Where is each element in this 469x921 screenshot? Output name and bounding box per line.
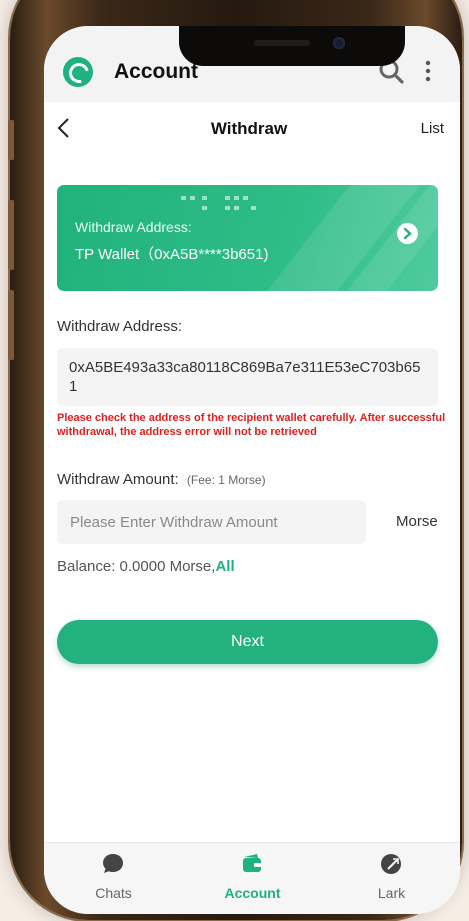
- amount-input[interactable]: [57, 500, 366, 544]
- balance-text: Balance: 0.0000 Morse,: [57, 558, 216, 575]
- more-vertical-icon[interactable]: [420, 60, 436, 82]
- page-nav: Withdraw List: [44, 102, 460, 156]
- app-title: Account: [114, 60, 198, 83]
- amount-label-text: Withdraw Amount:: [57, 471, 179, 488]
- card-label: Withdraw Address:: [75, 219, 192, 235]
- screen: Account Withdraw List Withdraw Address: …: [44, 26, 460, 914]
- chat-bubble-icon: [103, 854, 123, 873]
- tab-label: Account: [224, 885, 281, 901]
- volume-down-button: [8, 290, 14, 360]
- tab-label: Chats: [95, 885, 132, 901]
- tab-account[interactable]: Account: [183, 843, 322, 914]
- page-title: Withdraw: [210, 119, 288, 138]
- address-warning: Please check the address of the recipien…: [57, 412, 446, 438]
- withdraw-address-card[interactable]: Withdraw Address: TP Wallet（0xA5B****3b6…: [57, 185, 438, 291]
- all-link[interactable]: All: [215, 558, 234, 575]
- amount-label: Withdraw Amount: (Fee: 1 Morse): [57, 471, 266, 488]
- tab-bar: Chats Account Lark: [44, 842, 460, 914]
- wallet-icon: [243, 854, 261, 872]
- card-wallet-address: TP Wallet（0xA5B****3b651): [75, 246, 269, 263]
- next-button[interactable]: Next: [57, 620, 438, 664]
- volume-up-button: [8, 200, 14, 270]
- tab-chats[interactable]: Chats: [44, 843, 183, 914]
- tab-lark[interactable]: Lark: [322, 843, 460, 914]
- lark-icon: [381, 854, 401, 874]
- card-pattern-icon: [181, 196, 256, 210]
- tab-label: Lark: [377, 885, 406, 901]
- amount-unit: Morse: [396, 513, 438, 530]
- balance: Balance: 0.0000 Morse,All: [57, 558, 235, 575]
- mute-switch: [8, 120, 14, 160]
- address-label: Withdraw Address:: [57, 318, 183, 335]
- address-field[interactable]: 0xA5BE493a33ca80118C869Ba7e311E53eC703b6…: [57, 348, 438, 406]
- notch: [179, 26, 405, 66]
- app-logo-icon: [63, 57, 93, 87]
- fee-text: (Fee: 1 Morse): [186, 473, 266, 487]
- list-link[interactable]: List: [421, 120, 444, 137]
- chevron-right-icon[interactable]: [397, 223, 418, 244]
